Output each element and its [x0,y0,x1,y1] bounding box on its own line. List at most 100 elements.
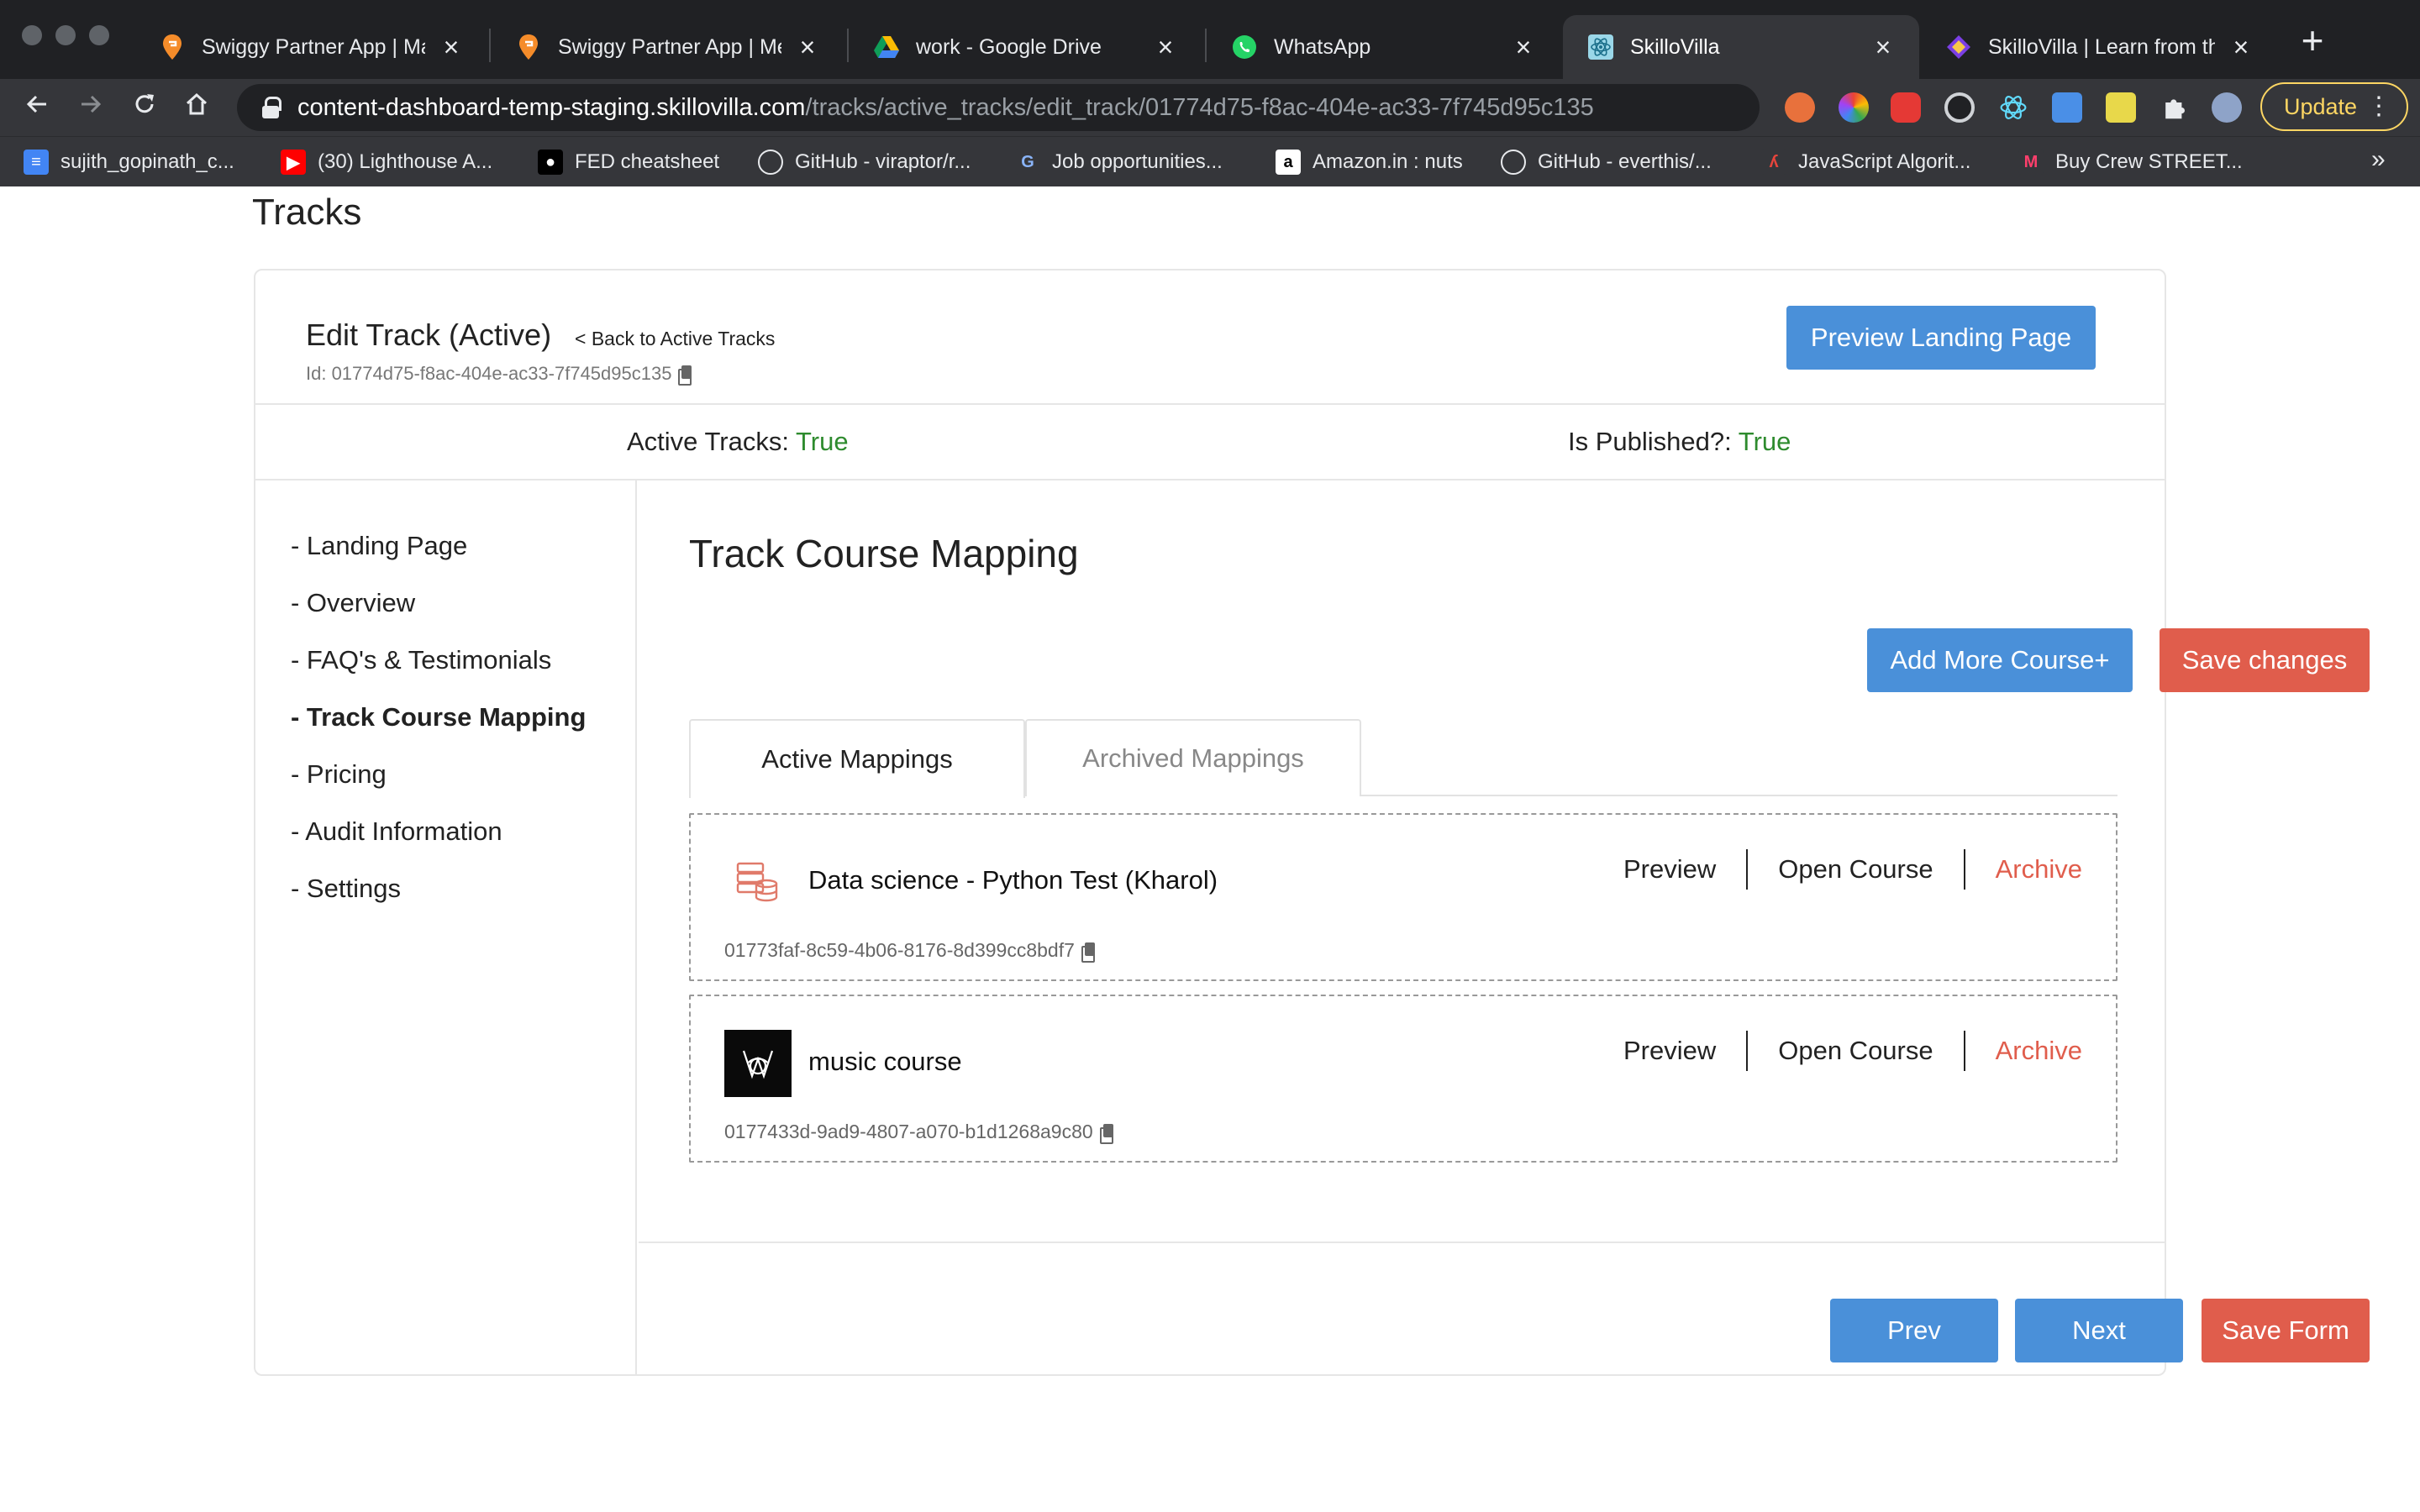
sidebar-item-track-course-mapping[interactable]: - Track Course Mapping [291,702,586,732]
medium-icon: ● [538,150,563,175]
close-icon[interactable]: × [2228,32,2254,63]
bookmark-item[interactable]: GitHub - viraptor/r... [758,149,971,176]
preview-landing-page-button[interactable]: Preview Landing Page [1786,306,2096,370]
save-changes-button[interactable]: Save changes [2160,628,2370,692]
bookmarks-overflow-icon[interactable]: » [2371,145,2386,174]
tab-archived-mappings[interactable]: Archived Mappings [1025,719,1361,796]
tab-title: SkilloVilla [1630,34,1720,59]
github-icon [1501,150,1526,175]
bookmark-item[interactable]: ● FED cheatsheet [538,149,719,176]
close-icon[interactable]: × [1870,32,1896,63]
bookmark-label: Buy Crew STREET... [2055,150,2243,173]
sidebar-item-audit-information[interactable]: - Audit Information [291,816,502,847]
tab-title: WhatsApp [1274,34,1371,59]
sidebar-item-settings[interactable]: - Settings [291,874,401,904]
bookmark-item[interactable]: ▶ (30) Lighthouse A... [281,149,492,176]
music-logo-icon [724,1030,792,1097]
bookmark-label: GitHub - everthis/... [1538,150,1712,173]
preview-course-link[interactable]: Preview [1623,848,1746,890]
bookmark-label: JavaScript Algorit... [1798,150,1971,173]
browser-tab[interactable]: Swiggy Partner App | Man × [134,15,487,79]
course-name: Data science - Python Test (Kharol) [808,865,1218,895]
open-course-link[interactable]: Open Course [1748,848,1963,890]
color-picker-extension-icon[interactable] [1839,92,1869,123]
new-tab-button[interactable]: + [2292,21,2333,62]
avatar[interactable] [2212,92,2242,123]
react-devtools-icon[interactable] [1998,92,2028,123]
active-tracks-value: True [796,427,849,456]
tab-title: work - Google Drive [916,34,1102,59]
archive-course-link[interactable]: Archive [1965,1030,2082,1072]
youtube-icon: ▶ [281,150,306,175]
course-id: 01773faf-8c59-4b06-8176-8d399cc8bdf7 [724,939,1095,963]
sidebar-item-pricing[interactable]: - Pricing [291,759,387,790]
course-actions: Preview Open Course Archive [1623,848,2082,890]
footer-divider [639,1242,2165,1243]
notes-extension-icon[interactable] [2106,92,2136,123]
tab-active-mappings[interactable]: Active Mappings [689,719,1025,798]
bookmark-item[interactable]: M Buy Crew STREET... [2018,149,2243,176]
browser-tab-active[interactable]: SkilloVilla × [1563,15,1919,79]
course-name: music course [808,1047,962,1076]
course-actions: Preview Open Course Archive [1623,1030,2082,1072]
update-button[interactable]: Update ⋮ [2260,82,2408,131]
bookmark-item[interactable]: ≡ sujith_gopinath_c... [24,149,234,176]
preview-course-link[interactable]: Preview [1623,1030,1746,1072]
prev-button[interactable]: Prev [1830,1299,1998,1362]
back-to-active-tracks-link[interactable]: < Back to Active Tracks [575,328,775,350]
add-more-course-button[interactable]: Add More Course+ [1867,628,2133,692]
maximize-window-button[interactable] [89,25,109,45]
sidebar-item-overview[interactable]: - Overview [291,588,415,618]
close-icon[interactable]: × [795,32,820,63]
close-icon[interactable]: × [439,32,464,63]
close-window-button[interactable] [22,25,42,45]
is-published-label: Is Published?: [1568,427,1739,456]
next-button[interactable]: Next [2015,1299,2183,1362]
bookmarks-bar: ≡ sujith_gopinath_c... ▶ (30) Lighthouse… [0,136,2420,186]
address-bar[interactable]: content-dashboard-temp-staging.skillovil… [237,84,1973,131]
back-arrow-icon[interactable] [17,87,57,128]
bookmark-item[interactable]: ʎ JavaScript Algorit... [1761,149,1970,176]
section-title: Track Course Mapping [689,532,1079,575]
more-menu-icon[interactable]: ⋮ [2366,92,2391,121]
close-icon[interactable]: × [1153,32,1178,63]
fi-extension-icon[interactable] [2052,92,2082,123]
hand-extension-icon[interactable] [1891,92,1921,123]
github-icon [758,150,783,175]
card-header: Edit Track (Active) < Back to Active Tra… [255,270,2165,405]
swiggy-icon [516,34,541,60]
save-form-button[interactable]: Save Form [2202,1299,2370,1362]
bookmark-item[interactable]: G Job opportunities... [1015,149,1223,176]
forward-arrow-icon[interactable] [71,87,111,128]
is-published-status: Is Published?: True [1568,427,1791,457]
bookmark-item[interactable]: a Amazon.in : nuts [1276,149,1463,176]
open-course-link[interactable]: Open Course [1748,1030,1963,1072]
sidebar-item-landing-page[interactable]: - Landing Page [291,531,467,561]
close-icon[interactable]: × [1511,32,1536,63]
target-extension-icon[interactable] [1944,92,1975,123]
home-icon[interactable] [176,87,217,128]
browser-tab[interactable]: WhatsApp × [1207,15,1560,79]
course-id: 0177433d-9ad9-4807-a070-b1d1268a9c80 [724,1121,1113,1144]
extension-icon[interactable] [1785,92,1815,123]
copy-icon[interactable] [678,365,692,386]
lock-icon [262,97,281,118]
browser-tab[interactable]: SkilloVilla | Learn from the × [1921,15,2277,79]
bookmark-label: FED cheatsheet [575,150,720,173]
browser-tab[interactable]: work - Google Drive × [849,15,1202,79]
browser-tab[interactable]: Swiggy Partner App | Men × [491,15,844,79]
extensions-puzzle-icon[interactable] [2160,92,2190,123]
bookmark-item[interactable]: GitHub - everthis/... [1501,149,1712,176]
sidebar-item-faqs-testimonials[interactable]: - FAQ's & Testimonials [291,645,551,675]
course-id-text: 0177433d-9ad9-4807-a070-b1d1268a9c80 [724,1121,1093,1142]
track-id: Id: 01774d75-f8ac-404e-ac33-7f745d95c135 [306,363,692,386]
reload-icon[interactable] [124,87,165,128]
job-icon: G [1015,150,1040,175]
copy-icon[interactable] [1081,942,1095,963]
swiggy-icon [160,34,185,60]
google-docs-icon: ≡ [24,150,49,175]
copy-icon[interactable] [1099,1123,1113,1144]
archive-course-link[interactable]: Archive [1965,848,2082,890]
myntra-icon: M [2018,150,2044,175]
minimize-window-button[interactable] [55,25,76,45]
